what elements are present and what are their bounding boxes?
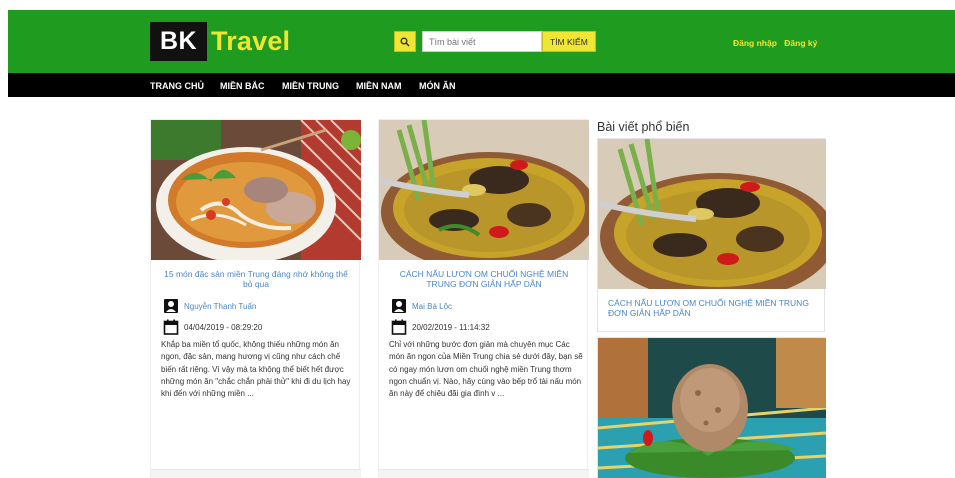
register-link[interactable]: Đăng ký xyxy=(784,38,817,48)
author-link[interactable]: Mai Bá Lộc xyxy=(412,302,452,311)
site-logo[interactable]: BK Travel xyxy=(150,22,290,61)
search-bar: TÌM KIẾM xyxy=(394,31,596,52)
post-excerpt: Khắp ba miền tổ quốc, không thiếu những … xyxy=(161,340,351,399)
post-excerpt: Chỉ với những bước đơn giản mà chuyên mụ… xyxy=(389,340,583,399)
user-icon xyxy=(164,299,178,313)
date-text: 04/04/2019 - 08:29:20 xyxy=(184,322,263,332)
search-icon[interactable] xyxy=(394,31,416,52)
nav-item-home[interactable]: TRANG CHỦ xyxy=(150,81,204,91)
search-input[interactable] xyxy=(422,31,542,52)
popular-post-image[interactable] xyxy=(598,338,826,478)
popular-post-image[interactable] xyxy=(598,139,826,289)
card-footer xyxy=(151,469,361,478)
post-card: CÁCH NẤU LƯƠN OM CHUỐI NGHỆ MIỀN TRUNG Đ… xyxy=(378,119,589,478)
logo-travel: Travel xyxy=(211,26,291,56)
popular-post-card: CÁCH NẤU LƯƠN OM CHUỐI NGHỆ MIỀN TRUNG Đ… xyxy=(597,138,826,332)
author-link[interactable]: Nguyễn Thanh Tuấn xyxy=(184,302,256,311)
main-nav: TRANG CHỦ MIỀN BẮC MIỀN TRUNG MIỀN NAM M… xyxy=(8,73,955,97)
site-header: BK Travel TÌM KIẾM Đăng nhập Đăng ký xyxy=(8,10,955,73)
card-footer xyxy=(379,469,589,478)
login-link[interactable]: Đăng nhập xyxy=(733,38,777,48)
popular-post-title[interactable]: CÁCH NẤU LƯƠN OM CHUỐI NGHỆ MIỀN TRUNG Đ… xyxy=(598,289,824,318)
logo-bk: BK xyxy=(150,22,207,61)
nav-item-central[interactable]: MIỀN TRUNG xyxy=(282,81,339,91)
auth-links: Đăng nhập Đăng ký xyxy=(733,38,822,48)
calendar-icon xyxy=(391,319,407,335)
nav-item-food[interactable]: MÓN ĂN xyxy=(419,81,456,91)
nav-item-north[interactable]: MIỀN BẮC xyxy=(220,81,265,91)
sidebar-title: Bài viết phổ biến xyxy=(597,120,690,134)
calendar-icon xyxy=(163,319,179,335)
user-icon xyxy=(392,299,406,313)
post-author: Nguyễn Thanh Tuấn xyxy=(163,298,256,314)
post-date: 20/02/2019 - 11:14:32 xyxy=(391,319,490,335)
post-image-luon-om[interactable] xyxy=(379,120,589,260)
nav-item-south[interactable]: MIỀN NAM xyxy=(356,81,402,91)
search-button[interactable]: TÌM KIẾM xyxy=(542,31,596,52)
date-text: 20/02/2019 - 11:14:32 xyxy=(412,322,490,332)
post-title[interactable]: CÁCH NẤU LƯƠN OM CHUỐI NGHỆ MIỀN TRUNG Đ… xyxy=(387,269,581,289)
post-date: 04/04/2019 - 08:29:20 xyxy=(163,319,262,335)
post-title[interactable]: 15 món đặc sản miền Trung đáng nhớ không… xyxy=(159,269,353,289)
post-card: 15 món đặc sản miền Trung đáng nhớ không… xyxy=(150,119,361,478)
popular-post-card xyxy=(597,337,826,478)
post-author: Mai Bá Lộc xyxy=(391,298,452,314)
post-image-bun-bo[interactable] xyxy=(151,120,361,260)
